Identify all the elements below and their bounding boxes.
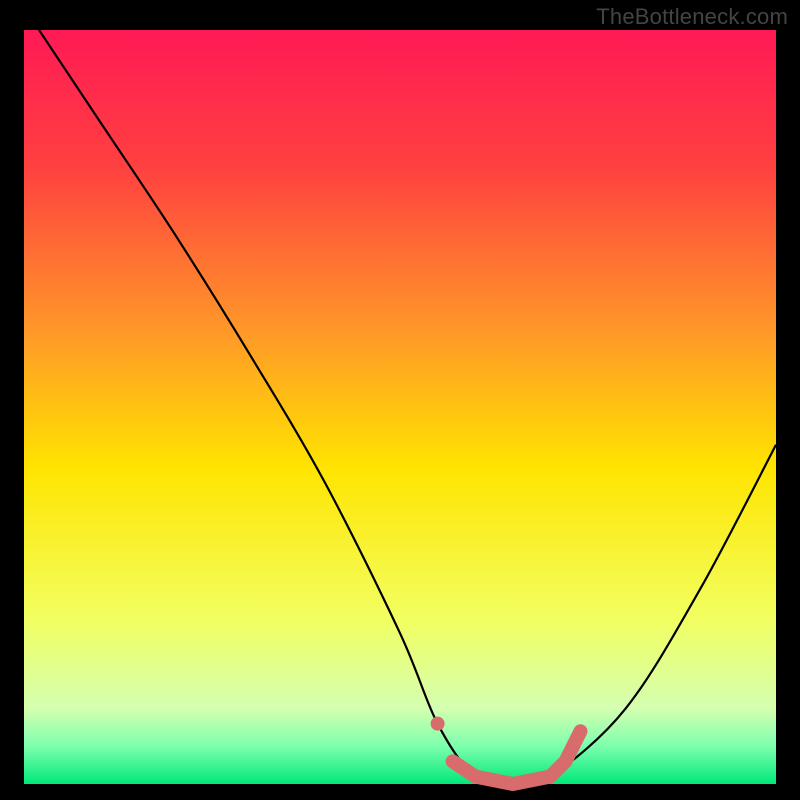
frame-left bbox=[0, 0, 24, 800]
watermark-text: TheBottleneck.com bbox=[596, 4, 788, 30]
bottleneck-chart bbox=[0, 0, 800, 800]
gradient-background bbox=[24, 30, 776, 784]
frame-bottom bbox=[0, 784, 800, 800]
highlight-dot bbox=[431, 717, 445, 731]
frame-right bbox=[776, 0, 800, 800]
